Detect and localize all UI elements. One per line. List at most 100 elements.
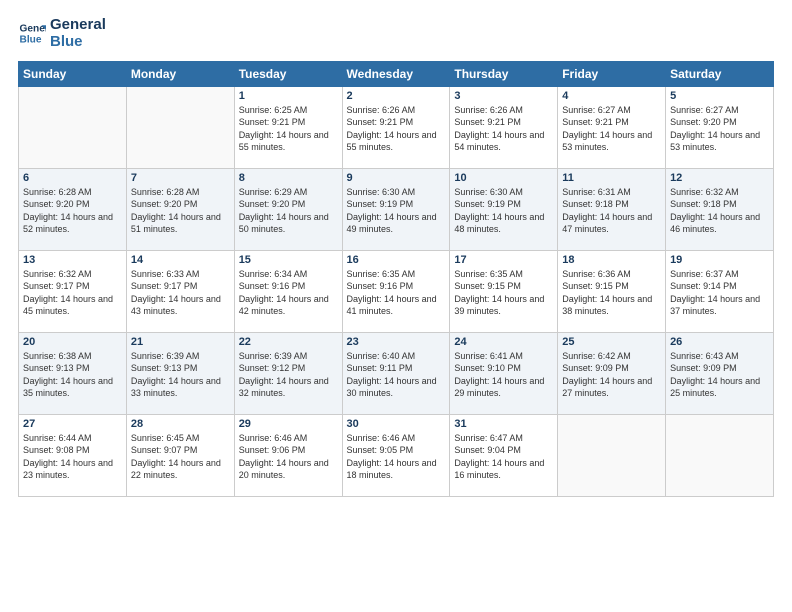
day-info: Sunrise: 6:26 AM Sunset: 9:21 PM Dayligh… xyxy=(347,104,446,154)
day-info: Sunrise: 6:45 AM Sunset: 9:07 PM Dayligh… xyxy=(131,432,230,482)
calendar-cell: 25 Sunrise: 6:42 AM Sunset: 9:09 PM Dayli… xyxy=(558,332,666,414)
day-info: Sunrise: 6:39 AM Sunset: 9:13 PM Dayligh… xyxy=(131,350,230,400)
logo: General Blue General Blue xyxy=(18,16,106,51)
day-number: 2 xyxy=(347,90,446,102)
calendar-cell: 2 Sunrise: 6:26 AM Sunset: 9:21 PM Daylig… xyxy=(342,86,450,168)
calendar-cell: 15 Sunrise: 6:34 AM Sunset: 9:16 PM Dayli… xyxy=(234,250,342,332)
day-info: Sunrise: 6:29 AM Sunset: 9:20 PM Dayligh… xyxy=(239,186,338,236)
calendar-cell: 29 Sunrise: 6:46 AM Sunset: 9:06 PM Dayli… xyxy=(234,414,342,496)
day-info: Sunrise: 6:43 AM Sunset: 9:09 PM Dayligh… xyxy=(670,350,769,400)
day-number: 22 xyxy=(239,336,338,348)
calendar-cell: 21 Sunrise: 6:39 AM Sunset: 9:13 PM Dayli… xyxy=(126,332,234,414)
day-info: Sunrise: 6:31 AM Sunset: 9:18 PM Dayligh… xyxy=(562,186,661,236)
day-info: Sunrise: 6:26 AM Sunset: 9:21 PM Dayligh… xyxy=(454,104,553,154)
day-info: Sunrise: 6:27 AM Sunset: 9:21 PM Dayligh… xyxy=(562,104,661,154)
day-info: Sunrise: 6:47 AM Sunset: 9:04 PM Dayligh… xyxy=(454,432,553,482)
calendar-cell: 8Sunrise: 6:29 AM Sunset: 9:20 PM Daylig… xyxy=(234,168,342,250)
day-info: Sunrise: 6:46 AM Sunset: 9:06 PM Dayligh… xyxy=(239,432,338,482)
day-number: 25 xyxy=(562,336,661,348)
weekday-header-row: SundayMondayTuesdayWednesdayThursdayFrid… xyxy=(19,61,774,86)
day-info: Sunrise: 6:30 AM Sunset: 9:19 PM Dayligh… xyxy=(454,186,553,236)
calendar-cell: 7 Sunrise: 6:28 AM Sunset: 9:20 PM Daylig… xyxy=(126,168,234,250)
calendar-cell: 27 Sunrise: 6:44 AM Sunset: 9:08 PM Dayli… xyxy=(19,414,127,496)
day-info: Sunrise: 6:46 AM Sunset: 9:05 PM Dayligh… xyxy=(347,432,446,482)
day-number: 17 xyxy=(454,254,553,266)
calendar-cell: 20Sunrise: 6:38 AM Sunset: 9:13 PM Dayli… xyxy=(19,332,127,414)
calendar-cell: 9 Sunrise: 6:30 AM Sunset: 9:19 PM Daylig… xyxy=(342,168,450,250)
logo-blue: Blue xyxy=(50,33,106,50)
day-info: Sunrise: 6:36 AM Sunset: 9:15 PM Dayligh… xyxy=(562,268,661,318)
day-number: 7 xyxy=(131,172,230,184)
calendar-cell: 3 Sunrise: 6:26 AM Sunset: 9:21 PM Daylig… xyxy=(450,86,558,168)
day-number: 30 xyxy=(347,418,446,430)
day-number: 6 xyxy=(23,172,122,184)
day-info: Sunrise: 6:39 AM Sunset: 9:12 PM Dayligh… xyxy=(239,350,338,400)
day-info: Sunrise: 6:32 AM Sunset: 9:17 PM Dayligh… xyxy=(23,268,122,318)
calendar-cell: 28 Sunrise: 6:45 AM Sunset: 9:07 PM Dayli… xyxy=(126,414,234,496)
weekday-header-wednesday: Wednesday xyxy=(342,61,450,86)
calendar-cell: 4 Sunrise: 6:27 AM Sunset: 9:21 PM Daylig… xyxy=(558,86,666,168)
day-number: 23 xyxy=(347,336,446,348)
day-number: 21 xyxy=(131,336,230,348)
day-number: 9 xyxy=(347,172,446,184)
calendar-cell: 13 Sunrise: 6:32 AM Sunset: 9:17 PM Dayli… xyxy=(19,250,127,332)
calendar-cell: 24Sunrise: 6:41 AM Sunset: 9:10 PM Dayli… xyxy=(450,332,558,414)
day-info: Sunrise: 6:28 AM Sunset: 9:20 PM Dayligh… xyxy=(131,186,230,236)
day-info: Sunrise: 6:25 AM Sunset: 9:21 PM Dayligh… xyxy=(239,104,338,154)
day-number: 13 xyxy=(23,254,122,266)
calendar-cell: 22 Sunrise: 6:39 AM Sunset: 9:12 PM Dayli… xyxy=(234,332,342,414)
day-info: Sunrise: 6:27 AM Sunset: 9:20 PM Dayligh… xyxy=(670,104,769,154)
calendar-cell: 18 Sunrise: 6:36 AM Sunset: 9:15 PM Dayli… xyxy=(558,250,666,332)
day-number: 12 xyxy=(670,172,769,184)
weekday-header-tuesday: Tuesday xyxy=(234,61,342,86)
day-info: Sunrise: 6:38 AM Sunset: 9:13 PM Dayligh… xyxy=(23,350,122,400)
day-info: Sunrise: 6:37 AM Sunset: 9:14 PM Dayligh… xyxy=(670,268,769,318)
day-info: Sunrise: 6:35 AM Sunset: 9:16 PM Dayligh… xyxy=(347,268,446,318)
svg-text:Blue: Blue xyxy=(20,35,42,46)
calendar-cell: 10 Sunrise: 6:30 AM Sunset: 9:19 PM Dayli… xyxy=(450,168,558,250)
day-number: 3 xyxy=(454,90,553,102)
weekday-header-thursday: Thursday xyxy=(450,61,558,86)
day-info: Sunrise: 6:44 AM Sunset: 9:08 PM Dayligh… xyxy=(23,432,122,482)
day-info: Sunrise: 6:33 AM Sunset: 9:17 PM Dayligh… xyxy=(131,268,230,318)
day-info: Sunrise: 6:35 AM Sunset: 9:15 PM Dayligh… xyxy=(454,268,553,318)
day-number: 29 xyxy=(239,418,338,430)
day-info: Sunrise: 6:40 AM Sunset: 9:11 PM Dayligh… xyxy=(347,350,446,400)
day-info: Sunrise: 6:28 AM Sunset: 9:20 PM Dayligh… xyxy=(23,186,122,236)
day-number: 31 xyxy=(454,418,553,430)
calendar-table: SundayMondayTuesdayWednesdayThursdayFrid… xyxy=(18,61,774,497)
day-number: 11 xyxy=(562,172,661,184)
calendar-cell: 12Sunrise: 6:32 AM Sunset: 9:18 PM Dayli… xyxy=(666,168,774,250)
day-number: 27 xyxy=(23,418,122,430)
logo-general: General xyxy=(50,16,106,33)
day-number: 10 xyxy=(454,172,553,184)
day-number: 19 xyxy=(670,254,769,266)
calendar-cell: 23 Sunrise: 6:40 AM Sunset: 9:11 PM Dayli… xyxy=(342,332,450,414)
day-info: Sunrise: 6:34 AM Sunset: 9:16 PM Dayligh… xyxy=(239,268,338,318)
calendar-week-row: 27 Sunrise: 6:44 AM Sunset: 9:08 PM Dayli… xyxy=(19,414,774,496)
calendar-cell: 31 Sunrise: 6:47 AM Sunset: 9:04 PM Dayli… xyxy=(450,414,558,496)
day-number: 14 xyxy=(131,254,230,266)
header: General Blue General Blue xyxy=(18,16,774,51)
calendar-week-row: 13 Sunrise: 6:32 AM Sunset: 9:17 PM Dayli… xyxy=(19,250,774,332)
weekday-header-saturday: Saturday xyxy=(666,61,774,86)
calendar-cell: 30 Sunrise: 6:46 AM Sunset: 9:05 PM Dayli… xyxy=(342,414,450,496)
day-number: 4 xyxy=(562,90,661,102)
day-info: Sunrise: 6:41 AM Sunset: 9:10 PM Dayligh… xyxy=(454,350,553,400)
day-number: 26 xyxy=(670,336,769,348)
day-number: 28 xyxy=(131,418,230,430)
day-info: Sunrise: 6:30 AM Sunset: 9:19 PM Dayligh… xyxy=(347,186,446,236)
calendar-cell: 16Sunrise: 6:35 AM Sunset: 9:16 PM Dayli… xyxy=(342,250,450,332)
calendar-cell xyxy=(19,86,127,168)
calendar-cell: 26 Sunrise: 6:43 AM Sunset: 9:09 PM Dayli… xyxy=(666,332,774,414)
day-number: 18 xyxy=(562,254,661,266)
calendar-week-row: 20Sunrise: 6:38 AM Sunset: 9:13 PM Dayli… xyxy=(19,332,774,414)
day-number: 5 xyxy=(670,90,769,102)
day-info: Sunrise: 6:42 AM Sunset: 9:09 PM Dayligh… xyxy=(562,350,661,400)
weekday-header-sunday: Sunday xyxy=(19,61,127,86)
calendar-cell: 5 Sunrise: 6:27 AM Sunset: 9:20 PM Daylig… xyxy=(666,86,774,168)
day-number: 15 xyxy=(239,254,338,266)
weekday-header-monday: Monday xyxy=(126,61,234,86)
page: General Blue General Blue SundayMondayTu… xyxy=(0,0,792,612)
calendar-week-row: 1Sunrise: 6:25 AM Sunset: 9:21 PM Daylig… xyxy=(19,86,774,168)
